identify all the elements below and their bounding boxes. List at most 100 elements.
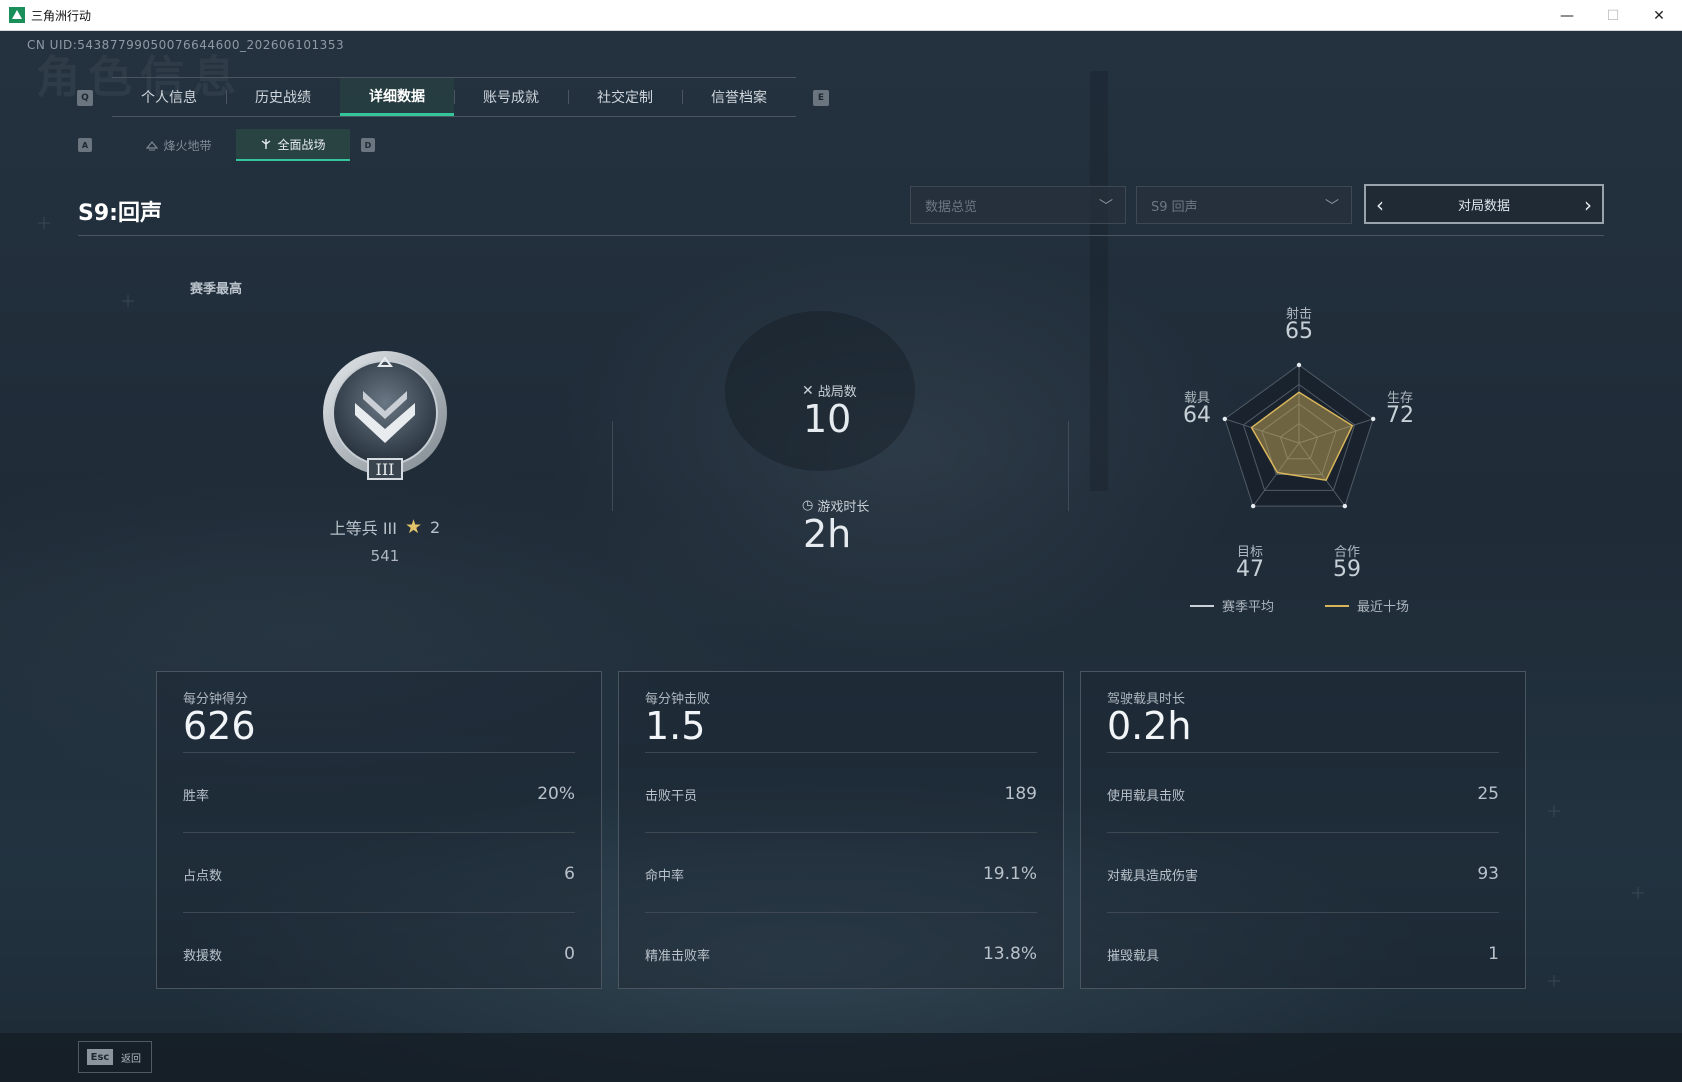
subtab-label: 烽火地带 — [163, 138, 212, 153]
tab-personal-info[interactable]: 个人信息 — [112, 78, 226, 116]
card-head-value: 0.2h — [1107, 704, 1192, 748]
radar-axis-dot — [1296, 362, 1302, 368]
esc-key-hint: Esc — [87, 1049, 113, 1065]
row-label: 使用载具击败 — [1107, 788, 1186, 804]
user-uid: CN UID:5438779905007664​4600_20260610135… — [27, 38, 345, 52]
row-label: 摧毁载具 — [1107, 948, 1160, 964]
card-row: 胜率 20% — [183, 784, 575, 804]
card-divider — [645, 832, 1037, 833]
row-value: 1 — [1488, 944, 1499, 964]
game-viewport: 角色信息 CN UID:5438779905007664​4600_202606… — [0, 31, 1682, 1082]
section-divider — [612, 421, 613, 511]
card-head-value: 626 — [183, 704, 256, 748]
kill-stats-card: 每分钟击败 1.5 击败干员 189 命中率 19.1% 精准击败率 13.8% — [618, 671, 1064, 989]
card-row: 占点数 6 — [183, 864, 575, 884]
vehicle-stats-card: 驾驶载具时长 0.2h 使用载具击败 25 对载具造成伤害 93 摧毁载具 1 — [1080, 671, 1526, 989]
back-label: 返回 — [121, 1053, 141, 1065]
row-label: 占点数 — [183, 868, 223, 884]
row-value: 189 — [1004, 784, 1037, 804]
tab-social-customization[interactable]: 社交定制 — [568, 78, 682, 116]
back-button[interactable]: Esc 返回 — [78, 1041, 152, 1073]
radar-axis-value: 47 — [1236, 557, 1264, 582]
card-head-value: 1.5 — [645, 704, 706, 748]
tab-achievements[interactable]: 账号成就 — [454, 78, 568, 116]
card-divider — [645, 752, 1037, 753]
radar-axis-value: 65 — [1285, 319, 1313, 344]
ability-radar: 射击 65 生存 72 合作 59 目标 47 载具 64 — [1160, 303, 1440, 593]
radar-axis-dot — [1342, 503, 1348, 509]
row-value: 6 — [564, 864, 575, 884]
radar-axis-value: 64 — [1183, 403, 1211, 428]
subtab-next-key-hint[interactable]: D — [361, 138, 375, 152]
close-button[interactable]: ✕ — [1636, 0, 1682, 31]
map-icon — [146, 141, 159, 151]
legend-swatch — [1190, 604, 1214, 607]
radar-axis-value: 59 — [1333, 557, 1361, 582]
data-type-dropdown[interactable]: 数据总览 ﹀ — [910, 186, 1126, 224]
subtab-prev-key-hint[interactable]: A — [78, 138, 92, 152]
star-icon: ★ — [405, 516, 423, 538]
card-row: 精准击败率 13.8% — [645, 944, 1037, 964]
card-divider — [1107, 912, 1499, 913]
dropdown-value: S9 回声 — [1151, 199, 1198, 215]
chevron-down-icon: ﹀ — [1099, 199, 1113, 215]
chevron-left-icon[interactable]: ‹ — [1376, 193, 1384, 217]
tab-match-history[interactable]: 历史战绩 — [226, 78, 340, 116]
card-row: 摧毁载具 1 — [1107, 944, 1499, 964]
tab-detailed-data[interactable]: 详细数据 — [340, 78, 454, 116]
minimize-button[interactable]: — — [1544, 0, 1590, 31]
dropdown-value: 数据总览 — [925, 199, 978, 215]
legend-label: 赛季平均 — [1222, 600, 1275, 615]
card-divider — [1107, 752, 1499, 753]
season-dropdown[interactable]: S9 回声 ﹀ — [1136, 186, 1352, 224]
row-label: 击败干员 — [645, 788, 698, 804]
tab-next-key-hint[interactable]: E — [813, 90, 829, 106]
row-value: 13.8% — [982, 944, 1037, 964]
rank-badge-icon: III — [323, 351, 447, 480]
maximize-button[interactable]: ☐ — [1590, 0, 1636, 31]
row-value: 25 — [1477, 784, 1499, 804]
tab-credit-record[interactable]: 信誉档案 — [682, 78, 796, 116]
card-row: 使用载具击败 25 — [1107, 784, 1499, 804]
card-divider — [183, 832, 575, 833]
section-divider — [1068, 421, 1069, 511]
window-titlebar: 三角洲行动 — ☐ ✕ — [0, 0, 1682, 31]
mode-subtabs: 烽火地带 全面战场 — [122, 129, 350, 161]
card-divider — [645, 912, 1037, 913]
card-divider — [183, 912, 575, 913]
pager-label: 对局数据 — [1457, 198, 1510, 214]
bottom-bar — [0, 1033, 1682, 1082]
card-row: 救援数 0 — [183, 944, 575, 964]
row-label: 命中率 — [645, 868, 685, 884]
primary-tabs: 个人信息 历史战绩 详细数据 账号成就 社交定制 信誉档案 — [112, 77, 796, 117]
subtab-all-out-warfare[interactable]: 全面战场 — [236, 129, 350, 161]
radar-axis-dot — [1250, 503, 1256, 509]
subtab-hazard-zone[interactable]: 烽火地带 — [122, 129, 236, 161]
row-label: 精准击败率 — [645, 948, 711, 964]
card-row: 命中率 19.1% — [645, 864, 1037, 884]
matches-value: 10 — [803, 397, 852, 441]
radar-axis-value: 72 — [1386, 403, 1414, 428]
window-controls: — ☐ ✕ — [1544, 0, 1682, 31]
card-divider — [1107, 832, 1499, 833]
app-logo-icon — [9, 7, 25, 23]
card-row: 对载具造成伤害 93 — [1107, 864, 1499, 884]
clock-icon: ◷ — [802, 498, 814, 513]
chevron-down-icon: ﹀ — [1325, 199, 1339, 215]
row-label: 对载具造成伤害 — [1107, 868, 1199, 884]
score-stats-card: 每分钟得分 626 胜率 20% 占点数 6 救援数 0 — [156, 671, 602, 989]
tab-prev-key-hint[interactable]: Q — [77, 90, 93, 106]
legend-recent-ten: 最近十场 — [1325, 596, 1409, 615]
chevron-right-icon[interactable]: › — [1584, 193, 1592, 217]
season-best-label: 赛季最高 — [190, 282, 243, 297]
legend-swatch — [1325, 604, 1349, 607]
rank-name-row: 上等兵 III ★ 2 — [300, 515, 470, 539]
subtab-label: 全面战场 — [277, 137, 326, 152]
rank-points: 541 — [370, 547, 400, 565]
card-row: 击败干员 189 — [645, 784, 1037, 804]
row-value: 19.1% — [982, 864, 1037, 884]
header-divider — [78, 235, 1604, 236]
match-data-pager: ‹ 对局数据 › — [1364, 184, 1604, 224]
row-value: 20% — [537, 784, 575, 804]
legend-season-average: 赛季平均 — [1190, 596, 1274, 615]
